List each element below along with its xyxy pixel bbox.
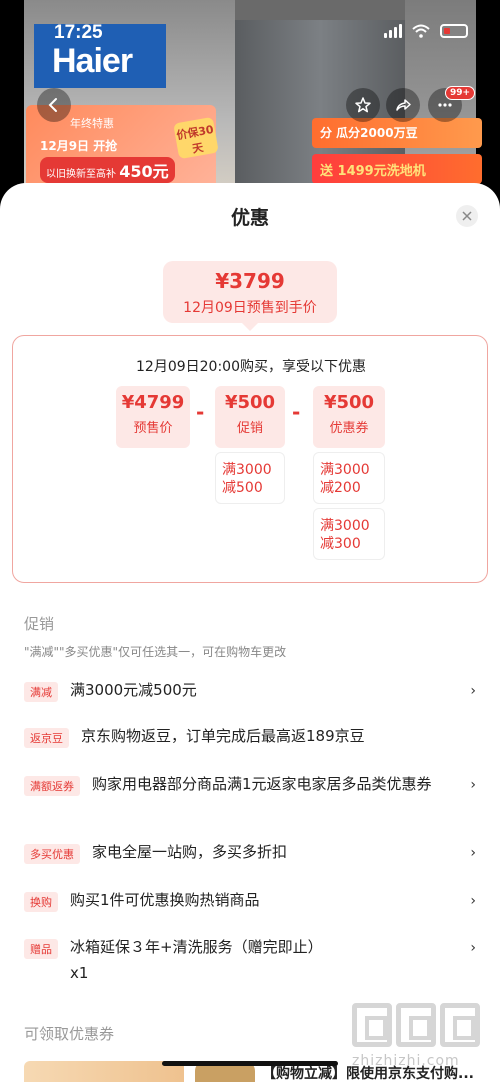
promotion-row-multi-buy[interactable]: 多买优惠 家电全屋一站购，多买多折扣 › [24,841,484,864]
product-image-area: Haier 17:25 年终特惠 12月9日 开抢 以旧换新至高补 450元 价… [0,0,500,200]
promo-left-date: 12月9日 [40,139,90,153]
promo-banner-right: 分 瓜分2000万豆 送 1499元洗地机 [312,118,482,190]
price-breakdown: 12月09日20:00购买，享受以下优惠 ¥4799 预售价 - ¥500 促销… [12,335,488,583]
promotion-text: 家电全屋一站购，多买多折扣 [92,843,288,861]
battery-icon [440,24,468,38]
final-price-pointer [242,323,258,331]
promotion-text: 冰箱延保３年+清洗服务（赠完即止） [70,938,323,956]
promotion-row-gift[interactable]: 赠品 冰箱延保３年+清洗服务（赠完即止） x1 › [24,936,484,984]
close-button[interactable] [456,205,478,227]
promotion-text: 购家用电器部分商品满1元返家电家居多品类优惠券 [92,775,432,793]
promotion-detail-line2: 减500 [222,480,263,496]
promotion-text: 满3000元减500元 [70,681,197,699]
site-watermark: zhizhizhi.com [352,1003,492,1075]
promotions-note: "满减""多买优惠"仅可任选其一，可在购物车更改 [24,645,287,659]
breakdown-heading: 12月09日20:00购买，享受以下优惠 [136,359,366,375]
status-icons [384,24,468,38]
star-icon [355,97,371,113]
promo-left-line2: 12月9日 开抢 [40,137,117,154]
promotion-label: 促销 [236,421,263,436]
favorite-button[interactable] [346,88,380,122]
signal-icon [384,24,402,38]
back-icon [48,98,57,112]
promotion-text: 京东购物返豆，订单完成后最高返189京豆 [81,727,365,745]
coupon-detail-1: 满3000 减200 [313,452,385,504]
coupon-detail-2: 满3000 减300 [313,508,385,560]
close-icon [462,211,472,221]
promotion-chip: ¥500 促销 [215,386,285,448]
coupon-amount: ¥500 [323,392,375,413]
coupons-section-title: 可领取优惠券 [24,1025,115,1043]
chevron-right-icon: › [470,683,476,699]
coupon-detail-1-line2: 减200 [320,480,361,496]
minus-sign: - [196,400,205,424]
frame-left [0,0,24,200]
price-protect-badge: 价保30天 [173,116,219,160]
final-price-box: ¥3799 12月09日预售到手价 [163,261,337,323]
promotion-text: 购买1件可优惠换购热销商品 [70,891,260,909]
promotion-row-jd-beans: 返京豆 京东购物返豆，订单完成后最高返189京豆 [24,725,484,748]
chevron-right-icon: › [470,777,476,793]
watermark-site: zhizhizhi.com [352,1053,460,1069]
promo-left-trade-in: 以旧换新至高补 [46,169,116,180]
promo-left-line1: 年终特惠 [70,117,114,130]
final-price: ¥3799 [215,269,285,293]
gift-quantity: x1 [70,964,89,982]
promo-left-line3: 以旧换新至高补 450元 [40,157,175,183]
watermark-logo [352,1003,492,1047]
promotion-amount: ¥500 [224,392,276,413]
promotion-row-coupon-return[interactable]: 满额返券 购家用电器部分商品满1元返家电家居多品类优惠券 › [24,773,484,796]
promotion-tag: 满减 [24,682,58,702]
promotion-tag: 多买优惠 [24,844,80,864]
message-count-badge: 99+ [445,86,476,100]
back-button[interactable] [37,88,71,122]
discount-sheet: 优惠 ¥3799 12月09日预售到手价 12月09日20:00购买，享受以下优… [0,183,500,1082]
coupon-label: 优惠券 [329,421,369,436]
promo-left-start: 开抢 [93,139,118,153]
presale-amount: ¥4799 [121,392,185,413]
promo-right-line1: 分 瓜分2000万豆 [312,118,482,148]
promotion-tag: 返京豆 [24,728,69,748]
wifi-icon [412,24,430,38]
promo-right-line2: 送 1499元洗地机 [312,154,482,184]
promotion-tag: 满额返券 [24,776,80,796]
coupon-detail-1-line1: 满3000 [320,462,370,478]
status-time: 17:25 [54,22,103,43]
presale-price-chip: ¥4799 预售价 [116,386,190,448]
coupon-card[interactable] [24,1061,184,1082]
promotion-detail: 满3000 减500 [215,452,285,504]
promotion-tag: 换购 [24,892,58,912]
chevron-right-icon: › [470,845,476,861]
coupon-detail-2-line1: 满3000 [320,518,370,534]
promotion-tag: 赠品 [24,939,58,959]
sheet-title: 优惠 [230,207,269,229]
chevron-right-icon: › [470,893,476,909]
share-icon [396,99,411,111]
minus-sign: - [292,400,301,424]
promotions-section-title: 促销 [24,615,55,633]
final-price-label: 12月09日预售到手价 [183,300,317,316]
share-button[interactable] [386,88,420,122]
promotion-detail-line1: 满3000 [222,462,272,478]
promotion-text-block: 冰箱延保３年+清洗服务（赠完即止） x1 [70,936,484,984]
promo-left-price: 450元 [119,162,169,181]
presale-label: 预售价 [133,421,173,436]
promotion-row-full-reduction[interactable]: 满减 满3000元减500元 › [24,679,484,702]
coupon-chip: ¥500 优惠券 [313,386,385,448]
promotion-row-exchange[interactable]: 换购 购买1件可优惠换购热销商品 › [24,889,484,912]
coupon-detail-2-line2: 减300 [320,536,361,552]
home-indicator[interactable] [162,1061,338,1066]
chevron-right-icon: › [470,940,476,956]
